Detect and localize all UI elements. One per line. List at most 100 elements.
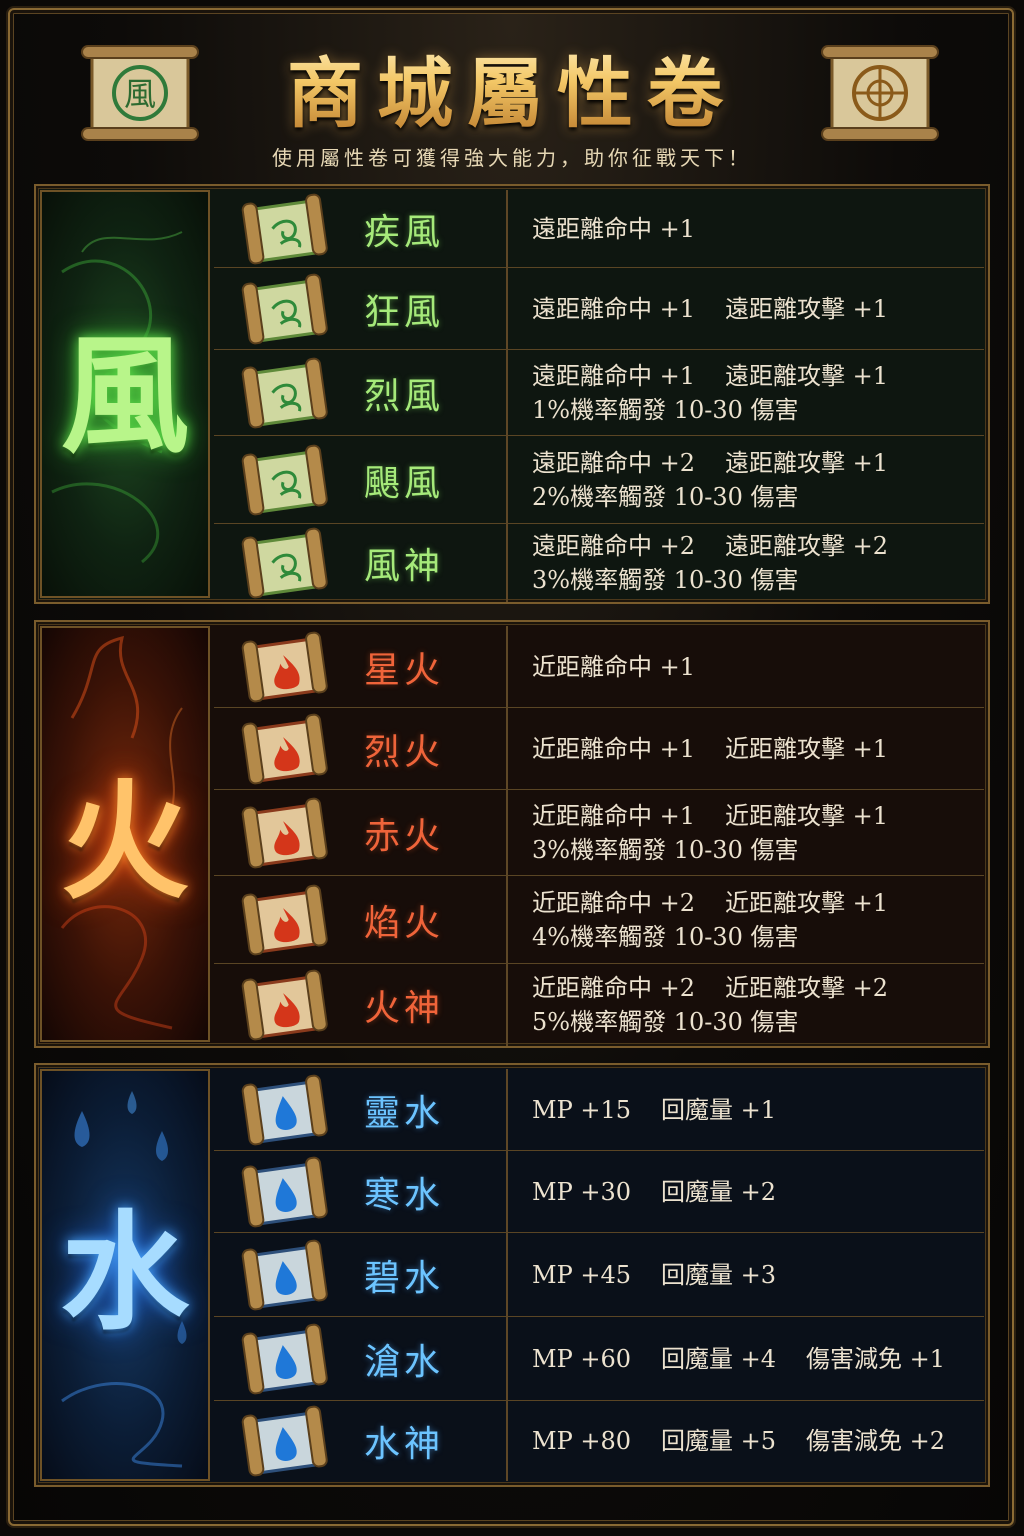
stat-bonus: 遠距離命中 +1 bbox=[532, 214, 696, 243]
scroll-stats: 近距離命中 +1 bbox=[532, 650, 695, 684]
scroll-name: 寒水 bbox=[364, 1174, 445, 1216]
wind-scroll-row: 疾風 遠距離命中 +1 bbox=[214, 190, 984, 268]
scroll-name-cell: 火神 bbox=[214, 964, 508, 1046]
scroll-name: 碧水 bbox=[364, 1257, 445, 1299]
proc-chance-text: 5%機率觸發 10-30 傷害 bbox=[532, 1008, 799, 1036]
proc-chance-text: 3%機率觸發 10-30 傷害 bbox=[532, 566, 799, 594]
stat-bonus: 遠距離攻擊 +1 bbox=[725, 448, 889, 477]
stat-bonus: 遠距離攻擊 +1 bbox=[725, 294, 889, 323]
scroll-name: 星火 bbox=[364, 649, 445, 691]
stat-bonus: 遠距離攻擊 +2 bbox=[725, 532, 889, 560]
page-subtitle: 使用屬性卷可獲得強大能力，助你征戰天下！ bbox=[272, 146, 752, 170]
scroll-stats: MP +60 回魔量 +4 傷害減免 +1 bbox=[532, 1342, 945, 1376]
stat-bonus: 近距離命中 +1 bbox=[532, 801, 696, 830]
stat-bonus: MP +30 bbox=[532, 1177, 631, 1206]
stats-line: MP +15 回魔量 +1 bbox=[532, 1093, 776, 1127]
scroll-name: 赤火 bbox=[364, 815, 445, 857]
stats-line: 近距離命中 +2 近距離攻擊 +2 bbox=[532, 971, 888, 1005]
stats-line: 遠距離命中 +2 遠距離攻擊 +2 bbox=[532, 529, 888, 563]
water-scroll-icon bbox=[240, 1074, 330, 1146]
scroll-stats: 遠距離命中 +1 遠距離攻擊 +1 bbox=[532, 292, 888, 326]
water-scroll-icon bbox=[240, 1239, 330, 1311]
scroll-stats: 近距離命中 +2 近距離攻擊 +1 4%機率觸發 10-30 傷害 bbox=[532, 886, 888, 954]
scroll-name-cell: 狂風 bbox=[214, 268, 508, 349]
stats-line: MP +45 回魔量 +3 bbox=[532, 1258, 776, 1292]
scroll-name: 颶風 bbox=[364, 462, 445, 504]
stats-line: 近距離命中 +2 近距離攻擊 +1 bbox=[532, 886, 888, 920]
scroll-stats: MP +15 回魔量 +1 bbox=[532, 1093, 776, 1127]
scroll-stats: 遠距離命中 +2 遠距離攻擊 +2 3%機率觸發 10-30 傷害 bbox=[532, 529, 888, 597]
fire-scroll-row: 火神 近距離命中 +2 近距離攻擊 +2 5%機率觸發 10-30 傷害 bbox=[214, 964, 984, 1046]
fire-scroll-icon bbox=[240, 797, 330, 869]
water-scroll-icon bbox=[240, 1405, 330, 1477]
water-scroll-row: 靈水 MP +15 回魔量 +1 bbox=[214, 1069, 984, 1151]
scroll-name-cell: 碧水 bbox=[214, 1233, 508, 1316]
fire-scroll-icon bbox=[240, 969, 330, 1041]
wind-scroll-row: 狂風 遠距離命中 +1 遠距離攻擊 +1 bbox=[214, 268, 984, 350]
proc-chance-text: 3%機率觸發 10-30 傷害 bbox=[532, 835, 799, 864]
stat-bonus: 回魔量 +3 bbox=[661, 1260, 777, 1289]
stat-bonus: 回魔量 +1 bbox=[661, 1095, 777, 1124]
stats-line: 遠距離命中 +1 bbox=[532, 212, 695, 246]
stats-line: 遠距離命中 +1 遠距離攻擊 +1 bbox=[532, 359, 888, 393]
wind-section: 風 疾風 遠距離命中 +1 狂風 遠距離命中 +1 遠距離攻擊 +1 烈風 遠距離命中 +1… bbox=[34, 184, 990, 604]
fire-scroll-row: 焰火 近距離命中 +2 近距離攻擊 +1 4%機率觸發 10-30 傷害 bbox=[214, 876, 984, 964]
scroll-stats: MP +45 回魔量 +3 bbox=[532, 1258, 776, 1292]
scroll-name-cell: 星火 bbox=[214, 626, 508, 707]
scroll-name: 烈風 bbox=[364, 375, 445, 417]
scroll-stats: 遠距離命中 +1 bbox=[532, 212, 695, 246]
water-scroll-icon bbox=[240, 1156, 330, 1228]
stats-line: 近距離命中 +1 近距離攻擊 +1 bbox=[532, 732, 888, 766]
scroll-stats: 近距離命中 +1 近距離攻擊 +1 bbox=[532, 732, 888, 766]
water-element-glyph: 水 bbox=[60, 1198, 189, 1348]
stat-bonus: 近距離命中 +2 bbox=[532, 974, 696, 1002]
scroll-name-cell: 赤火 bbox=[214, 790, 508, 875]
water-scroll-list: 靈水 MP +15 回魔量 +1 寒水 MP +30 回魔量 +2 碧水 MP +45 回魔量 … bbox=[214, 1069, 984, 1481]
scroll-name: 靈水 bbox=[364, 1092, 445, 1134]
scroll-name-cell: 風神 bbox=[214, 524, 508, 602]
header: 風 商城屬性卷 使用屬性卷可獲得強大能力，助你征戰天下！ bbox=[0, 0, 1024, 180]
fire-scroll-row: 烈火 近距離命中 +1 近距離攻擊 +1 bbox=[214, 708, 984, 790]
scroll-name: 水神 bbox=[364, 1424, 445, 1465]
stat-bonus: 近距離攻擊 +1 bbox=[725, 888, 889, 917]
stat-bonus: MP +15 bbox=[532, 1095, 631, 1124]
scroll-name: 狂風 bbox=[364, 291, 445, 333]
fire-scroll-row: 赤火 近距離命中 +1 近距離攻擊 +1 3%機率觸發 10-30 傷害 bbox=[214, 790, 984, 876]
water-scroll-row: 寒水 MP +30 回魔量 +2 bbox=[214, 1151, 984, 1233]
scroll-name-cell: 烈火 bbox=[214, 708, 508, 789]
wind-scroll-icon bbox=[240, 527, 330, 599]
wind-scroll-row: 颶風 遠距離命中 +2 遠距離攻擊 +1 2%機率觸發 10-30 傷害 bbox=[214, 436, 984, 524]
proc-chance-text: 1%機率觸發 10-30 傷害 bbox=[532, 395, 799, 424]
scroll-name-cell: 滄水 bbox=[214, 1317, 508, 1400]
stat-bonus: 近距離攻擊 +1 bbox=[725, 734, 889, 763]
stats-line: 遠距離命中 +2 遠距離攻擊 +1 bbox=[532, 446, 888, 480]
wind-scroll-icon bbox=[240, 444, 330, 516]
scroll-name: 烈火 bbox=[364, 731, 445, 773]
stat-bonus: 回魔量 +4 bbox=[661, 1344, 777, 1373]
fire-scroll-list: 星火 近距離命中 +1 烈火 近距離命中 +1 近距離攻擊 +1 赤火 近距離命中 +1 近距… bbox=[214, 626, 984, 1046]
scroll-name: 火神 bbox=[364, 988, 445, 1029]
water-scroll-row: 水神 MP +80 回魔量 +5 傷害減免 +2 bbox=[214, 1401, 984, 1481]
scroll-name-cell: 颶風 bbox=[214, 436, 508, 523]
page-title: 商城屬性卷 bbox=[0, 32, 1024, 142]
wind-scroll-row: 風神 遠距離命中 +2 遠距離攻擊 +2 3%機率觸發 10-30 傷害 bbox=[214, 524, 984, 602]
scroll-name-cell: 焰火 bbox=[214, 876, 508, 963]
wind-scroll-list: 疾風 遠距離命中 +1 狂風 遠距離命中 +1 遠距離攻擊 +1 烈風 遠距離命中 +1 遠距… bbox=[214, 190, 984, 602]
wind-scroll-icon bbox=[240, 193, 330, 265]
water-element-panel: 水 bbox=[40, 1069, 210, 1481]
stats-line: MP +60 回魔量 +4 傷害減免 +1 bbox=[532, 1342, 945, 1376]
stat-bonus: 遠距離命中 +1 bbox=[532, 294, 696, 323]
wind-element-panel: 風 bbox=[40, 190, 210, 598]
stat-bonus: 近距離攻擊 +2 bbox=[725, 974, 889, 1002]
stat-bonus: 近距離命中 +2 bbox=[532, 888, 696, 917]
scroll-name-cell: 疾風 bbox=[214, 190, 508, 267]
proc-chance-text: 4%機率觸發 10-30 傷害 bbox=[532, 922, 799, 951]
stat-bonus: 遠距離攻擊 +1 bbox=[725, 361, 889, 390]
scroll-stats: MP +30 回魔量 +2 bbox=[532, 1175, 776, 1209]
stats-line: 遠距離命中 +1 遠距離攻擊 +1 bbox=[532, 292, 888, 326]
scroll-stats: 遠距離命中 +2 遠距離攻擊 +1 2%機率觸發 10-30 傷害 bbox=[532, 446, 888, 514]
scroll-name-cell: 靈水 bbox=[214, 1069, 508, 1150]
wind-scroll-icon bbox=[240, 273, 330, 345]
wind-scroll-icon bbox=[240, 357, 330, 429]
scroll-name-cell: 寒水 bbox=[214, 1151, 508, 1232]
